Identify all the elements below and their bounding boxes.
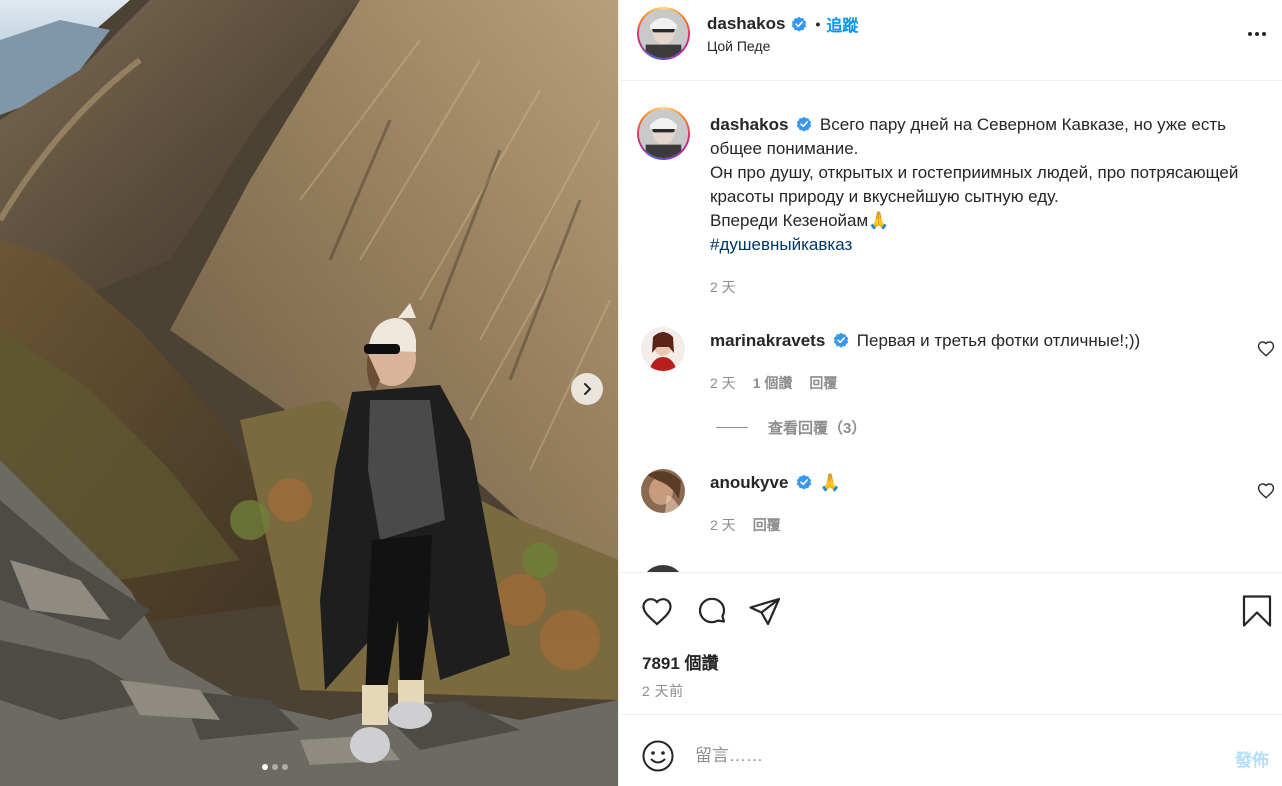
header-user-row: dashakos • 追蹤 xyxy=(707,12,858,36)
caption-line: Всего пару дней на Северном Кавказе, но … xyxy=(710,115,1227,158)
more-horizontal-icon xyxy=(1248,32,1252,36)
more-options-button[interactable] xyxy=(1245,22,1269,46)
post-timestamp[interactable]: 2 天前 xyxy=(642,681,684,701)
share-send-icon[interactable] xyxy=(747,593,783,629)
reply-button[interactable]: 回覆 xyxy=(753,515,781,535)
caption-time[interactable]: 2 天 xyxy=(710,277,736,297)
header-separator: • xyxy=(815,16,821,32)
verified-badge-icon xyxy=(796,474,812,490)
avatar-image xyxy=(641,469,685,513)
carousel-dot xyxy=(282,764,288,770)
reply-button[interactable]: 回覆 xyxy=(809,373,837,393)
comment-time[interactable]: 2 天 xyxy=(710,373,736,393)
next-photo-button[interactable] xyxy=(571,373,603,405)
chevron-right-icon xyxy=(584,383,592,395)
verified-badge-icon xyxy=(796,116,812,132)
avatar-image xyxy=(641,327,685,371)
bookmark-save-icon[interactable] xyxy=(1239,593,1275,629)
commenter-avatar[interactable] xyxy=(641,469,685,513)
comment-username[interactable]: anoukyve xyxy=(710,473,788,492)
view-replies-button[interactable]: 查看回覆（3） xyxy=(716,417,866,438)
comment-composer: 發佈 xyxy=(619,714,1282,786)
caption-hashtag[interactable]: #душевныйкавказ xyxy=(710,235,852,254)
comment-meta: 2 天 回覆 xyxy=(710,515,781,535)
avatar-image xyxy=(639,109,688,158)
avatar-image xyxy=(639,9,688,58)
post-actions: 7891 個讚 2 天前 xyxy=(619,572,1282,714)
follow-button[interactable]: 追蹤 xyxy=(826,12,858,36)
comment-bubble-icon[interactable] xyxy=(694,593,730,629)
commenter-avatar[interactable] xyxy=(641,327,685,371)
post-side-panel: dashakos • 追蹤 Цой Педе dashakos Всего па… xyxy=(618,0,1282,786)
comment-body: 🙏 xyxy=(819,473,842,492)
post-photo[interactable] xyxy=(0,0,618,786)
comment-like-heart-icon[interactable] xyxy=(1257,340,1275,358)
comment-text: anoukyve 🙏 xyxy=(710,471,1230,495)
carousel-dot xyxy=(272,764,278,770)
comment-likes[interactable]: 1 個讚 xyxy=(753,373,793,393)
likes-count[interactable]: 7891 個讚 xyxy=(642,649,719,674)
post-header: dashakos • 追蹤 Цой Педе xyxy=(619,0,1282,81)
comment-like-heart-icon[interactable] xyxy=(1257,482,1275,500)
comment-text: marinakravets Первая и третья фотки отли… xyxy=(710,329,1230,353)
commenter-avatar[interactable] xyxy=(641,565,685,572)
mountain-photo xyxy=(0,0,618,786)
comment-body: Первая и третья фотки отличные!;)) xyxy=(856,331,1141,350)
caption-meta: 2 天 xyxy=(710,277,736,297)
caption-line: Он про душу, открытых и гостеприимных лю… xyxy=(710,163,1239,206)
verified-badge-icon xyxy=(833,332,849,348)
caption-username[interactable]: dashakos xyxy=(710,115,788,134)
view-replies-label: 查看回覆（3） xyxy=(768,420,867,437)
carousel-dots xyxy=(262,764,288,770)
author-username[interactable]: dashakos xyxy=(707,14,785,34)
caption-author-avatar[interactable] xyxy=(637,107,690,160)
comment-time[interactable]: 2 天 xyxy=(710,515,736,535)
comment-meta: 2 天 1 個讚 回覆 xyxy=(710,373,837,393)
comments-list[interactable]: dashakos Всего пару дней на Северном Кав… xyxy=(619,81,1282,572)
verified-badge-icon xyxy=(792,16,807,32)
post-comment-button[interactable]: 發佈 xyxy=(1235,746,1269,771)
author-avatar[interactable] xyxy=(637,7,690,60)
like-heart-icon[interactable] xyxy=(639,593,675,629)
comment-username[interactable]: marinakravets xyxy=(710,331,825,350)
caption-line: Впереди Кезенойам🙏 xyxy=(710,211,890,230)
caption-text: dashakos Всего пару дней на Северном Кав… xyxy=(710,113,1270,257)
carousel-dot-active xyxy=(262,764,268,770)
replies-divider xyxy=(716,427,748,428)
post-location[interactable]: Цой Педе xyxy=(707,38,770,54)
emoji-icon[interactable] xyxy=(641,739,675,773)
comment-input[interactable] xyxy=(695,739,1215,773)
